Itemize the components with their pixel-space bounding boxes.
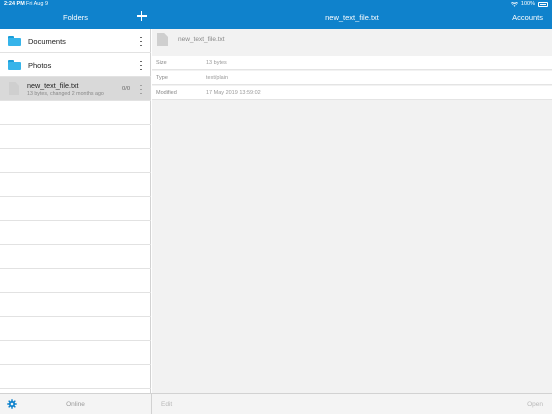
file-detail-header: new_text_file.txt xyxy=(152,29,552,51)
wifi-icon xyxy=(510,1,518,7)
accounts-button[interactable]: Accounts xyxy=(512,13,543,22)
list-item-photos[interactable]: Photos xyxy=(0,53,151,77)
empty-row xyxy=(0,293,151,317)
empty-row xyxy=(0,245,151,269)
empty-row xyxy=(0,365,151,389)
empty-row xyxy=(0,221,151,245)
status-time: 2:24 PM xyxy=(4,1,25,7)
file-title: new_text_file.txt xyxy=(325,13,379,22)
empty-row xyxy=(0,101,151,125)
empty-row xyxy=(0,269,151,293)
folder-list: Documents Photos new_text_file.txt 13 by… xyxy=(0,29,151,393)
file-detail-pane: new_text_file.txt Size 13 bytes Type tex… xyxy=(152,29,552,393)
list-item-new-text-file[interactable]: new_text_file.txt 13 bytes, changed 2 mo… xyxy=(0,77,151,101)
list-item-label: Photos xyxy=(28,61,52,70)
battery-percent: 100% xyxy=(520,1,535,7)
top-bar: 2:24 PM Fri Aug 9 100% Folders new_text_… xyxy=(0,0,552,29)
property-row-type: Type text/plain xyxy=(152,71,552,85)
bottom-toolbar: Online Edit Open xyxy=(0,393,552,414)
add-icon[interactable] xyxy=(136,10,148,22)
file-name: new_text_file.txt xyxy=(27,81,79,90)
list-item-documents[interactable]: Documents xyxy=(0,29,151,53)
empty-row xyxy=(0,317,151,341)
battery-icon xyxy=(538,1,548,7)
open-button[interactable]: Open xyxy=(527,401,543,408)
more-icon[interactable] xyxy=(139,37,143,46)
edit-button[interactable]: Edit xyxy=(161,401,172,408)
status-indicators: 100% xyxy=(510,1,548,7)
app-window: 2:24 PM Fri Aug 9 100% Folders new_text_… xyxy=(0,0,552,414)
property-value: text/plain xyxy=(206,75,229,81)
folder-icon xyxy=(8,36,21,46)
folders-title: Folders xyxy=(62,13,88,22)
empty-row xyxy=(0,197,151,221)
property-key: Type xyxy=(156,75,168,81)
empty-row xyxy=(0,149,151,173)
property-row-modified: Modified 17 May 2019 13:59:02 xyxy=(152,86,552,100)
folder-icon xyxy=(8,60,21,70)
property-key: Size xyxy=(156,60,167,66)
empty-row xyxy=(0,341,151,365)
file-subtitle: 13 bytes, changed 2 months ago xyxy=(27,91,104,97)
property-key: Modified xyxy=(156,90,177,96)
file-count: 0/0 xyxy=(122,86,131,92)
pane-divider xyxy=(151,394,152,414)
status-date: Fri Aug 9 xyxy=(26,1,49,7)
connection-status: Online xyxy=(66,401,85,408)
detail-file-name: new_text_file.txt xyxy=(178,36,225,43)
property-value: 13 bytes xyxy=(206,60,227,66)
property-value: 17 May 2019 13:59:02 xyxy=(206,90,261,96)
more-icon[interactable] xyxy=(139,61,143,70)
list-item-label: Documents xyxy=(28,37,66,46)
empty-row xyxy=(0,173,151,197)
more-icon[interactable] xyxy=(139,85,143,94)
file-icon xyxy=(157,33,168,46)
empty-row xyxy=(0,125,151,149)
file-icon xyxy=(9,82,19,95)
property-row-size: Size 13 bytes xyxy=(152,56,552,70)
